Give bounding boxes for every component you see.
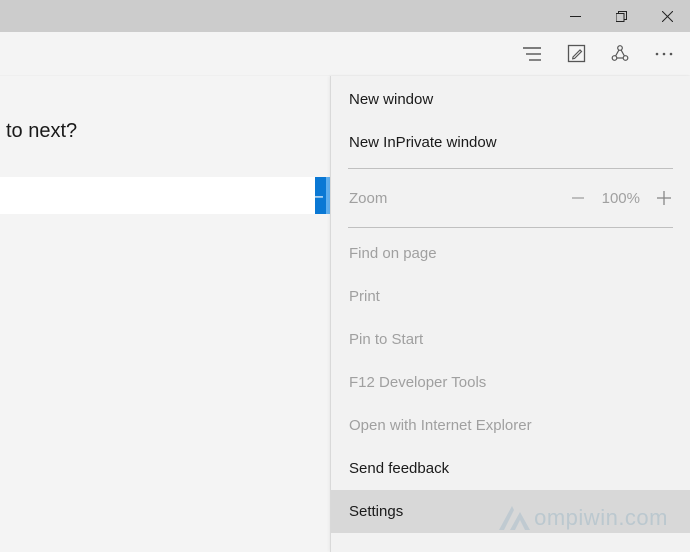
menu-open-internet-explorer: Open with Internet Explorer <box>331 404 690 447</box>
menu-separator <box>348 227 673 228</box>
webnote-button[interactable] <box>554 32 598 76</box>
menu-find-on-page: Find on page <box>331 232 690 275</box>
menu-zoom-row: Zoom 100% <box>331 173 690 223</box>
share-icon <box>610 44 630 64</box>
search-accent: – <box>315 177 330 214</box>
maximize-button[interactable] <box>598 0 644 32</box>
minimize-icon <box>570 11 581 22</box>
hub-icon <box>522 46 542 62</box>
zoom-level: 100% <box>602 190 640 207</box>
share-button[interactable] <box>598 32 642 76</box>
minus-icon <box>570 190 586 206</box>
close-button[interactable] <box>644 0 690 32</box>
zoom-out-button[interactable] <box>564 184 592 212</box>
dash-icon: – <box>314 186 323 206</box>
more-button[interactable] <box>642 32 686 76</box>
browser-toolbar <box>0 32 690 76</box>
menu-print: Print <box>331 275 690 318</box>
more-icon <box>654 51 674 57</box>
window-controls <box>552 0 690 32</box>
menu-pin-to-start: Pin to Start <box>331 318 690 361</box>
menu-settings[interactable]: Settings <box>331 490 690 533</box>
webnote-icon <box>567 44 586 63</box>
search-bar[interactable]: – <box>0 177 330 214</box>
plus-icon <box>655 189 673 207</box>
hub-button[interactable] <box>510 32 554 76</box>
menu-separator <box>348 168 673 169</box>
minimize-button[interactable] <box>552 0 598 32</box>
window-titlebar <box>0 0 690 32</box>
zoom-label: Zoom <box>349 190 387 207</box>
page-prompt-text: to next? <box>6 120 77 143</box>
menu-developer-tools: F12 Developer Tools <box>331 361 690 404</box>
zoom-controls: 100% <box>564 184 678 212</box>
more-menu-dropdown: New window New InPrivate window Zoom 100… <box>330 76 690 552</box>
menu-new-window[interactable]: New window <box>331 78 690 121</box>
maximize-icon <box>616 11 627 22</box>
menu-new-inprivate-window[interactable]: New InPrivate window <box>331 121 690 164</box>
zoom-in-button[interactable] <box>650 184 678 212</box>
close-icon <box>662 11 673 22</box>
menu-send-feedback[interactable]: Send feedback <box>331 447 690 490</box>
